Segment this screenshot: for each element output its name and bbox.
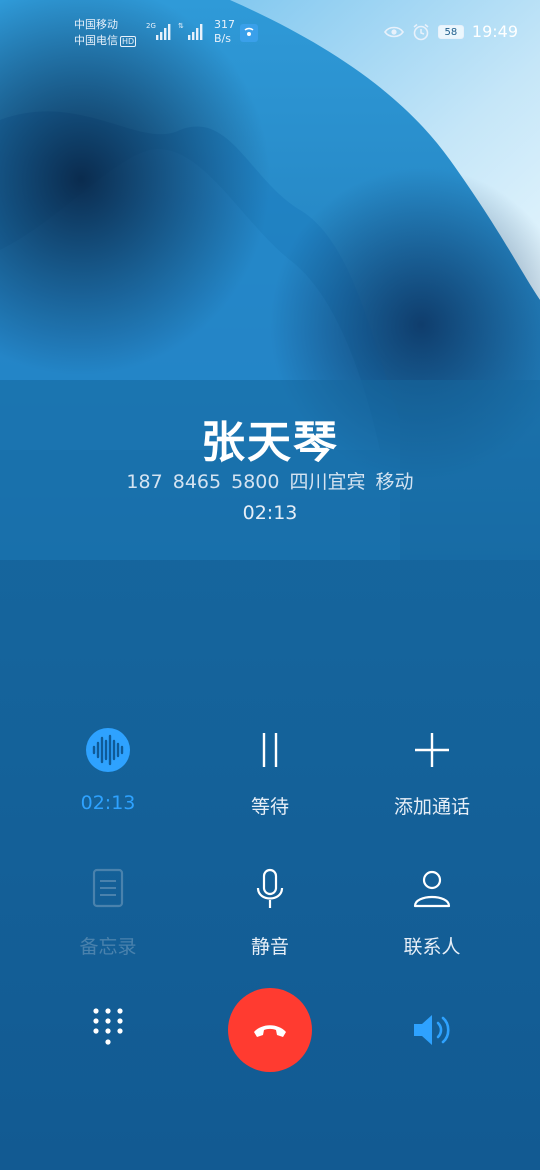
notes-icon — [92, 868, 124, 908]
hold-button[interactable]: 等待 — [189, 724, 351, 819]
speed-unit: B/s — [214, 32, 231, 45]
status-bar: 中国移动 中国电信 HD 2G ⇅ 317 B/s 58 19:49 — [0, 0, 540, 64]
signal-icon: 2G — [146, 22, 171, 40]
add-call-label: 添加通话 — [393, 796, 470, 818]
svg-text:⇅: ⇅ — [178, 22, 184, 30]
recording-timer-label: 02:13 — [80, 792, 136, 814]
network-speed: 317 B/s — [214, 18, 235, 46]
plus-icon — [415, 733, 449, 767]
end-call-icon — [254, 1025, 286, 1037]
caller-number-location: 187 8465 5800 四川宜宾 移动 — [126, 471, 414, 493]
voice-wave-icon — [86, 728, 130, 772]
hold-label: 等待 — [250, 796, 289, 818]
battery-indicator: 58 — [437, 24, 464, 39]
recording-button[interactable]: 02:13 — [27, 724, 189, 814]
pause-icon — [262, 733, 278, 767]
svg-text:2G: 2G — [146, 22, 156, 30]
notes-label: 备忘录 — [79, 936, 137, 958]
contacts-button[interactable]: 联系人 — [351, 864, 513, 959]
mute-label: 静音 — [250, 936, 289, 958]
carrier-1: 中国移动 — [74, 18, 118, 31]
status-clock: 19:49 — [471, 22, 518, 41]
add-call-button[interactable]: 添加通话 — [351, 724, 513, 819]
end-call-button[interactable] — [228, 988, 312, 1072]
dialpad-icon[interactable] — [90, 1006, 126, 1050]
person-icon — [413, 870, 451, 908]
contacts-label: 联系人 — [403, 936, 461, 958]
incall-screen: 中国移动 中国电信 HD 2G ⇅ 317 B/s 58 19:49 张天琴 1… — [0, 0, 540, 1170]
call-duration: 02:13 — [242, 502, 298, 524]
speaker-icon[interactable] — [410, 1010, 454, 1050]
mute-button[interactable]: 静音 — [189, 864, 351, 959]
microphone-icon — [256, 868, 284, 908]
alarm-icon — [413, 23, 429, 40]
hd-badge: HD — [120, 36, 137, 47]
carrier-names: 中国移动 中国电信 HD — [74, 17, 137, 49]
signal-icon-2: ⇅ — [178, 22, 203, 40]
carrier-2: 中国电信 — [74, 34, 118, 47]
status-right: 58 19:49 — [383, 22, 518, 41]
hotspot-icon — [240, 24, 258, 42]
caller-name: 张天琴 — [201, 417, 339, 468]
notes-button[interactable]: 备忘录 — [27, 864, 189, 959]
speed-value: 317 — [214, 18, 235, 31]
eye-icon — [383, 26, 404, 37]
